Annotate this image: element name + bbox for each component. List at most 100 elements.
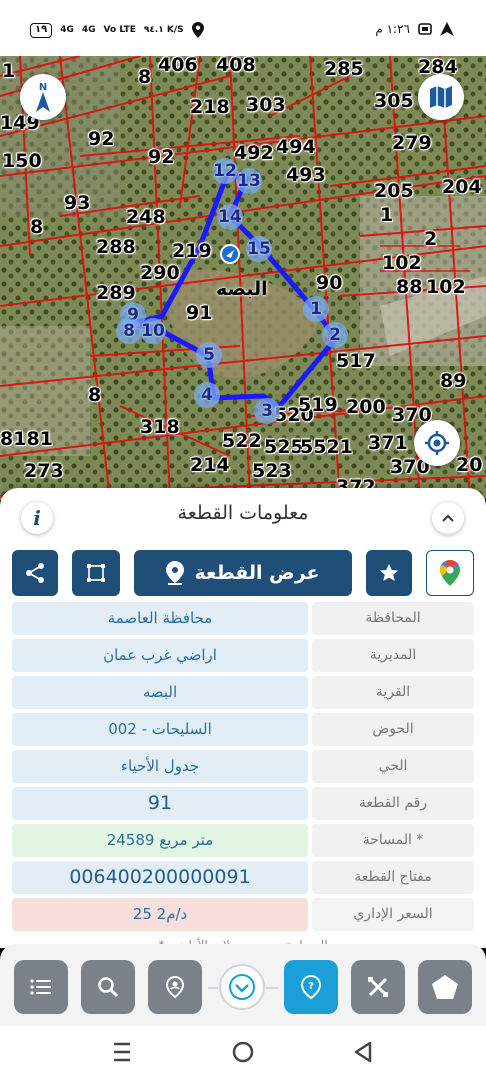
help-pin-icon: ? <box>300 974 322 1000</box>
detail-row: 25 د/م2 السعر الإداري <box>12 898 474 931</box>
detail-row: 91 رقم القطعة <box>12 787 474 820</box>
parcel-label: 8181 <box>0 428 53 450</box>
vertex-marker[interactable]: 4 <box>194 382 220 408</box>
vertex-marker[interactable]: 12 <box>212 158 238 184</box>
location-status-icon <box>191 22 204 38</box>
vertex-marker[interactable]: 15 <box>246 236 272 262</box>
village-marker-icon <box>220 244 240 264</box>
list-icon <box>30 979 51 995</box>
parcel-details: محافظة العاصمة المحافظة اراضي غرب عمان الم… <box>12 602 474 935</box>
parcel-label: 204 <box>442 176 482 198</box>
panel-title: معلومات القطعة <box>177 502 309 524</box>
vertex-marker[interactable]: 1 <box>303 296 329 322</box>
home-button[interactable] <box>418 960 472 1014</box>
menu-button[interactable] <box>14 960 68 1014</box>
parcel-label: 371 <box>368 432 408 454</box>
locate-button[interactable] <box>414 420 460 466</box>
pentagon-home-icon <box>432 975 458 999</box>
detail-row: اراضي غرب عمان المديرية <box>12 639 474 672</box>
detail-label: السعر الإداري <box>312 898 474 931</box>
detail-row: 006400200000091 مفتاح القطعة <box>12 861 474 894</box>
parcel-label: 519 <box>298 394 338 416</box>
detail-value: اراضي غرب عمان <box>12 639 308 672</box>
village-label: البصه <box>216 278 268 300</box>
expand-toolbar-button[interactable] <box>219 964 265 1010</box>
measure-button[interactable] <box>351 960 405 1014</box>
svg-text:?: ? <box>308 981 314 992</box>
vertex-marker[interactable]: 14 <box>217 204 243 230</box>
back-icon[interactable] <box>352 1040 374 1064</box>
navigation-arrow-icon <box>440 22 454 36</box>
google-maps-icon <box>440 560 460 586</box>
detail-row: 24589 متر مربع المساحة * <box>12 824 474 857</box>
share-button[interactable] <box>12 550 58 596</box>
vertex-marker[interactable]: 10 <box>140 318 166 344</box>
nearby-button[interactable] <box>148 960 202 1014</box>
detail-value: البصه <box>12 676 308 709</box>
parcel-label: 8 <box>138 66 152 88</box>
vertex-marker[interactable]: 5 <box>196 342 222 368</box>
detail-row: البصه القرية <box>12 676 474 709</box>
parcel-label: 290 <box>140 262 180 284</box>
detail-label: الحي <box>312 750 474 783</box>
location-pin-icon <box>166 561 185 585</box>
search-button[interactable] <box>81 960 135 1014</box>
detail-row: السليحات - 002 الحوض <box>12 713 474 746</box>
parcel-label: 102 <box>382 252 422 274</box>
vertex-marker[interactable]: 2 <box>322 322 348 348</box>
parcel-label: 522 <box>222 430 262 452</box>
recent-apps-icon[interactable] <box>112 1040 132 1064</box>
notification-icon <box>418 23 432 35</box>
parcel-label: 2 <box>424 228 438 250</box>
vertex-marker[interactable]: 3 <box>254 398 280 424</box>
status-bar: ١٩ 4G 4G Vo LTE ٩٤.١ K/S ١:٢٦ م <box>0 0 486 56</box>
detail-value: محافظة العاصمة <box>12 602 308 635</box>
action-bar: عرض القطعة <box>12 550 474 598</box>
view-parcel-button[interactable]: عرض القطعة <box>134 550 352 596</box>
vertex-marker[interactable]: 8 <box>116 318 142 344</box>
compass-icon: N <box>36 82 50 112</box>
satellite-map[interactable]: 406 408 285 284 8 1 218 303 305 149 92 2… <box>0 56 486 500</box>
map-layers-button[interactable] <box>418 74 464 120</box>
help-button[interactable]: ? <box>284 960 338 1014</box>
admin-price-value: 25 د/م2 <box>12 898 308 931</box>
parcel-label: 525 <box>264 436 304 458</box>
detail-label: الحوض <box>312 713 474 746</box>
status-bar-right: ١:٢٦ م <box>375 22 454 36</box>
clock: ١:٢٦ م <box>375 22 410 36</box>
parcel-label: 8 <box>30 216 44 238</box>
parcel-label: 1 <box>380 204 394 226</box>
parcel-label: 219 <box>172 240 212 262</box>
parcel-info-panel: i معلومات القطعة عرض القطعة محافظة العاص… <box>0 488 486 948</box>
share-icon <box>26 563 44 583</box>
compass-button[interactable]: N <box>20 74 66 120</box>
parcel-label: 494 <box>276 136 316 158</box>
parcel-label: 89 <box>440 370 467 392</box>
user-location-icon <box>165 975 185 999</box>
star-icon <box>380 564 398 581</box>
bottom-toolbar: ? <box>0 944 486 1026</box>
google-maps-button[interactable] <box>426 550 474 596</box>
home-nav-icon[interactable] <box>231 1040 255 1064</box>
status-bar-left: ١٩ 4G 4G Vo LTE ٩٤.١ K/S <box>30 22 204 38</box>
battery-icon: ١٩ <box>30 22 53 38</box>
detail-row: محافظة العاصمة المحافظة <box>12 602 474 635</box>
svg-text:N: N <box>39 82 47 93</box>
vertex-marker[interactable]: 13 <box>236 168 262 194</box>
detail-label: رقم القطعة <box>312 787 474 820</box>
collapse-button[interactable] <box>432 502 464 534</box>
parcel-label: 8 <box>88 384 102 406</box>
parcel-label: 318 <box>140 416 180 438</box>
favorite-button[interactable] <box>366 550 412 596</box>
parcel-label: 5521 <box>300 436 353 458</box>
parcel-label: 214 <box>190 454 230 476</box>
draw-polygon-button[interactable] <box>72 550 120 596</box>
chevron-down-icon <box>229 974 255 1000</box>
parcel-label: 493 <box>286 164 326 186</box>
parcel-label: 408 <box>216 56 256 76</box>
parcel-label: 200 <box>346 396 386 418</box>
parcel-label: 289 <box>96 282 136 304</box>
polygon-icon <box>87 564 105 582</box>
view-parcel-label: عرض القطعة <box>194 562 320 584</box>
network-indicator: 4G <box>60 25 74 35</box>
